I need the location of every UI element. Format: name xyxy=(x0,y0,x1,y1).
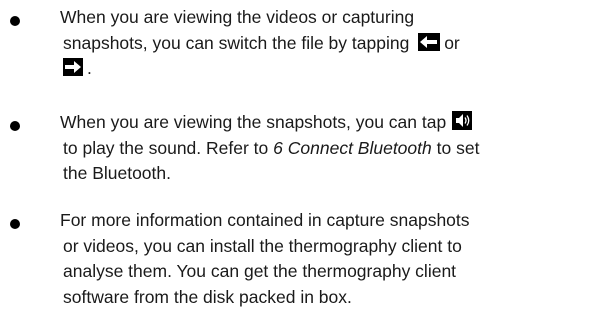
text-line: When you are viewing the videos or captu… xyxy=(60,7,415,27)
list-item-text: When you are viewing the videos or captu… xyxy=(60,5,460,82)
bullet-dot xyxy=(10,16,20,26)
text-fragment: or xyxy=(444,32,460,53)
text-line: . xyxy=(60,56,460,82)
section-reference: 6 Connect Bluetooth xyxy=(273,137,432,158)
text-line: the Bluetooth. xyxy=(63,163,171,183)
text-line: When you are viewing the snapshots, you … xyxy=(60,110,479,136)
list-item-text: For more information contained in captur… xyxy=(60,208,470,310)
text-line: or videos, you can install the thermogra… xyxy=(63,235,462,256)
text-line: snapshots, you can switch the file by ta… xyxy=(60,31,460,57)
list-item-text: When you are viewing the snapshots, you … xyxy=(60,110,479,187)
text-line: software from the disk packed in box. xyxy=(63,286,352,307)
speaker-icon xyxy=(452,111,473,130)
text-line: analyse them. You can get the thermograp… xyxy=(63,261,457,281)
text-fragment: . xyxy=(87,58,92,78)
text-fragment: to play the sound. Refer to xyxy=(63,137,269,158)
text-fragment: snapshots, you can switch the file by ta… xyxy=(63,32,410,53)
text-fragment: When you are viewing the snapshots, you … xyxy=(60,112,447,132)
right-arrow-icon xyxy=(63,58,83,76)
left-arrow-icon xyxy=(418,32,441,51)
text-line: For more information contained in captur… xyxy=(60,210,470,230)
text-fragment: to set xyxy=(436,137,480,158)
bullet-dot xyxy=(10,219,20,229)
text-line: to play the sound. Refer to 6 Connect Bl… xyxy=(60,136,479,162)
bullet-dot xyxy=(10,121,20,131)
